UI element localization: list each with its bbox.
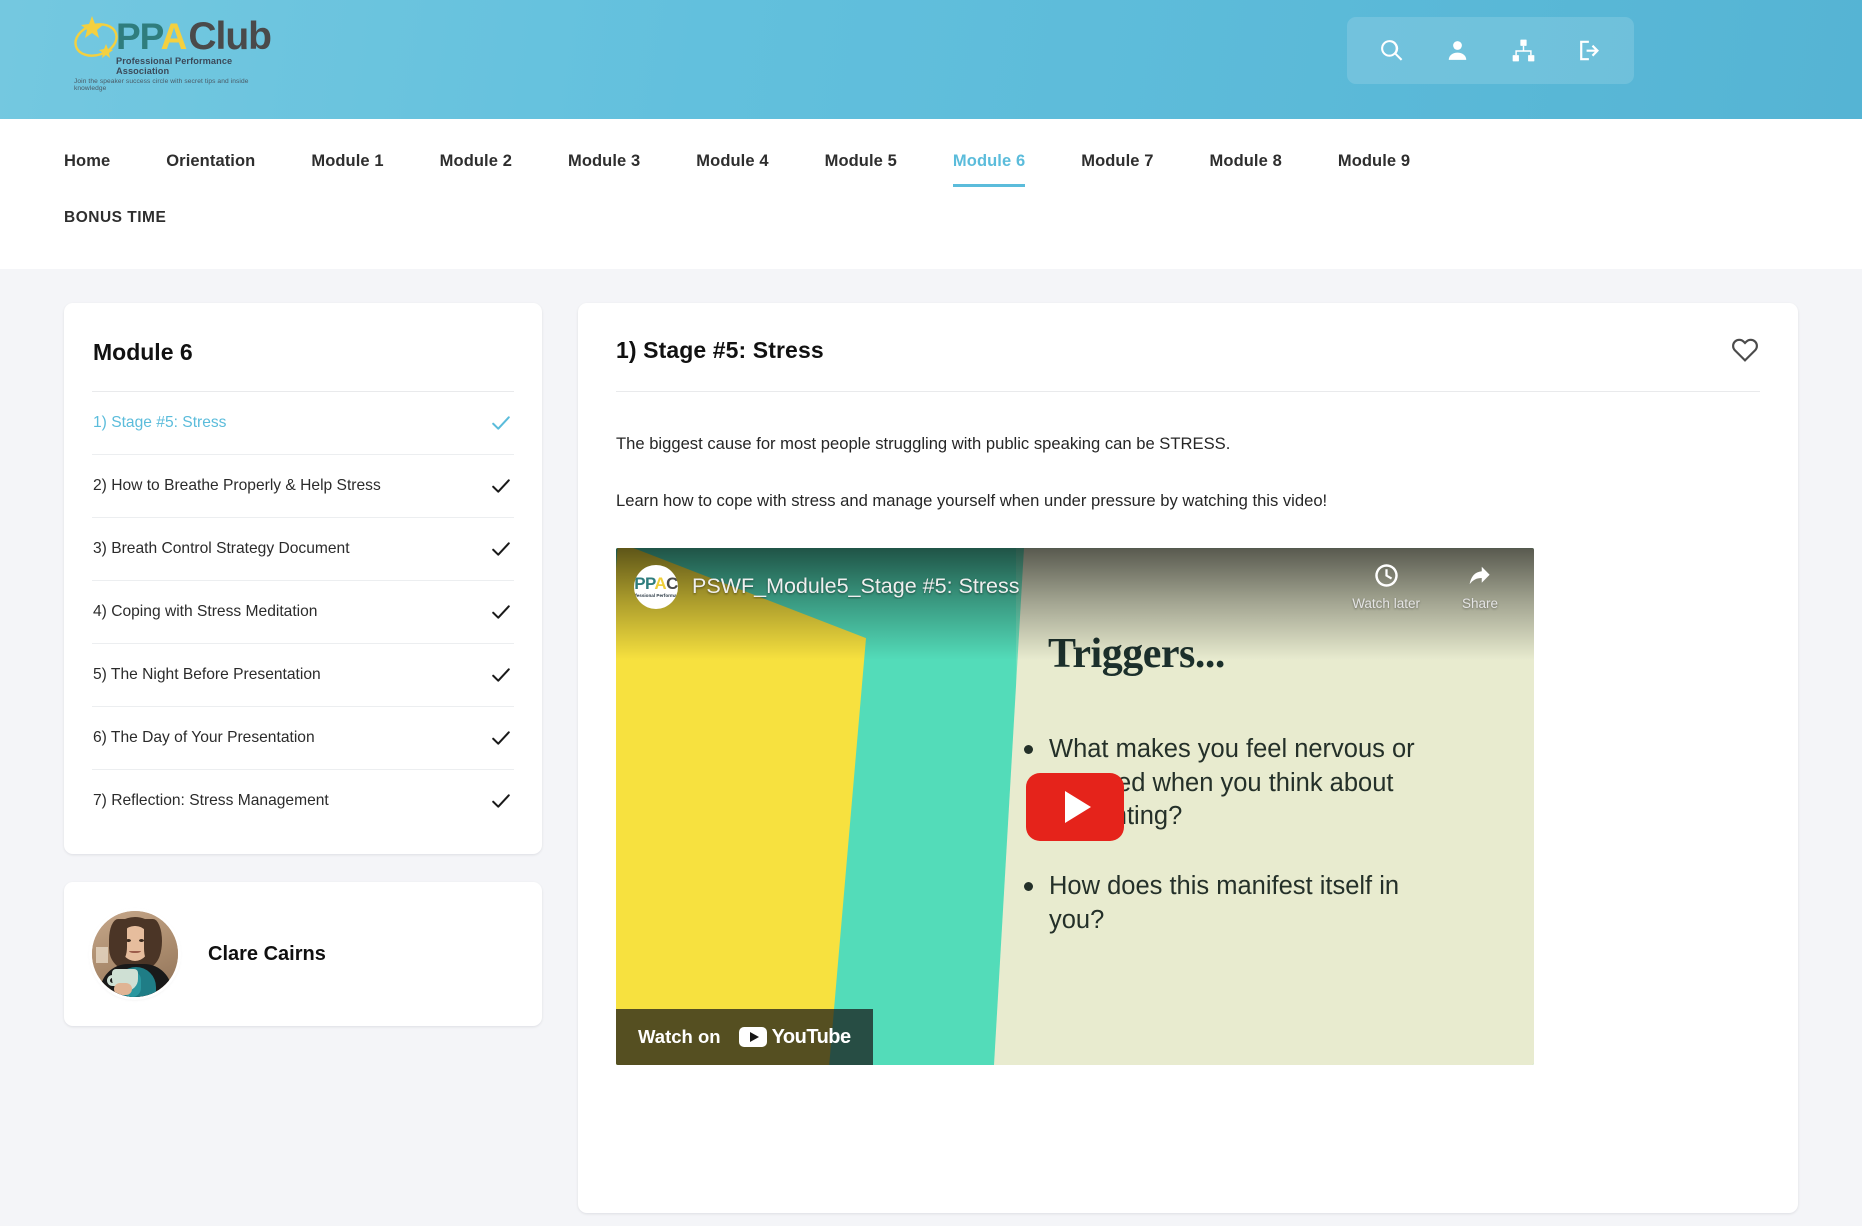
lesson-content-card: 1) Stage #5: Stress The biggest cause fo…	[578, 303, 1798, 1213]
nav-item-bonus-time[interactable]: BONUS TIME	[64, 201, 166, 243]
check-icon	[490, 601, 512, 623]
logo-main: PPA Club	[66, 15, 272, 58]
check-icon	[490, 475, 512, 497]
play-icon[interactable]	[1026, 772, 1124, 841]
check-icon	[490, 412, 512, 434]
youtube-logo: YouTube	[738, 1025, 852, 1049]
check-icon	[490, 727, 512, 749]
logo-tagline: Join the speaker success circle with sec…	[74, 78, 249, 92]
site-logo[interactable]: PPA Club Professional Performance Associ…	[66, 15, 281, 92]
module-title: Module 6	[92, 339, 514, 392]
nav-item-module-9[interactable]: Module 9	[1338, 144, 1410, 187]
person-icon[interactable]	[1443, 36, 1473, 66]
slide-bullet-text: How does this manifest itself in you?	[1049, 872, 1400, 934]
logo-a: A	[160, 16, 188, 57]
lesson-item-6[interactable]: 6) The Day of Your Presentation	[92, 707, 514, 770]
lesson-item-4[interactable]: 4) Coping with Stress Meditation	[92, 581, 514, 644]
lesson-item-label: 3) Breath Control Strategy Document	[93, 540, 350, 557]
lesson-header: 1) Stage #5: Stress	[616, 337, 1760, 392]
logo-swoosh-icon	[74, 16, 118, 58]
lesson-item-7[interactable]: 7) Reflection: Stress Management	[92, 770, 514, 832]
main-nav: Home Orientation Module 1 Module 2 Modul…	[0, 119, 1862, 269]
bullet-dot-icon	[1024, 882, 1033, 892]
nav-item-home[interactable]: Home	[64, 144, 110, 187]
lesson-item-label: 2) How to Breathe Properly & Help Stress	[93, 477, 381, 494]
watch-later-label: Watch later	[1352, 596, 1420, 612]
share-label: Share	[1461, 596, 1498, 612]
nav-item-module-1[interactable]: Module 1	[311, 144, 383, 187]
search-icon[interactable]	[1377, 36, 1407, 66]
watch-on-label: Watch on	[638, 1026, 721, 1048]
nav-item-module-4[interactable]: Module 4	[696, 144, 768, 187]
share-arrow-icon	[1470, 566, 1491, 585]
lesson-item-label: 6) The Day of Your Presentation	[93, 729, 315, 746]
watch-later-button[interactable]: Watch later	[1352, 562, 1420, 611]
page-title: 1) Stage #5: Stress	[616, 337, 824, 363]
nav-item-module-3[interactable]: Module 3	[568, 144, 640, 187]
nav-row-primary: Home Orientation Module 1 Module 2 Modul…	[0, 119, 1862, 187]
lesson-paragraph-1: The biggest cause for most people strugg…	[616, 434, 1231, 453]
sitemap-icon[interactable]	[1508, 36, 1538, 66]
nav-item-module-8[interactable]: Module 8	[1210, 144, 1282, 187]
channel-avatar[interactable]: PPAC Professional Performance	[634, 564, 678, 609]
nav-item-module-5[interactable]: Module 5	[825, 144, 897, 187]
logo-subtitle: Professional Performance Association	[116, 56, 233, 76]
lesson-item-2[interactable]: 2) How to Breathe Properly & Help Stress	[92, 455, 514, 518]
site-header: PPA Club Professional Performance Associ…	[0, 0, 1862, 119]
nav-item-module-2[interactable]: Module 2	[440, 144, 512, 187]
slide-bullets: What makes you feel nervous or stressed …	[1024, 733, 1454, 973]
lesson-paragraph-2: Learn how to cope with stress and manage…	[616, 491, 1328, 511]
video-player[interactable]: Triggers... What makes you feel nervous …	[616, 548, 1534, 1066]
lesson-body: The biggest cause for most people strugg…	[616, 392, 1760, 1066]
module-lessons-card: Module 6 1) Stage #5: Stress 2) How to B…	[64, 303, 542, 854]
watch-on-youtube-button[interactable]: Watch on YouTube	[616, 1009, 873, 1066]
lesson-item-label: 1) Stage #5: Stress	[93, 414, 227, 431]
header-tools-panel	[1347, 17, 1634, 84]
page-body: Module 6 1) Stage #5: Stress 2) How to B…	[0, 269, 1862, 1213]
left-column: Module 6 1) Stage #5: Stress 2) How to B…	[64, 303, 542, 1026]
lesson-item-label: 5) The Night Before Presentation	[93, 666, 321, 683]
clock-icon	[1374, 564, 1398, 587]
check-icon	[490, 790, 512, 812]
nav-item-module-7[interactable]: Module 7	[1081, 144, 1153, 187]
slide-bullet-2: How does this manifest itself in you?	[1024, 870, 1454, 937]
logout-icon[interactable]	[1574, 36, 1604, 66]
channel-avatar-subtitle: Professional Performance	[634, 593, 678, 599]
nav-item-module-6[interactable]: Module 6	[952, 144, 1026, 187]
lesson-item-5[interactable]: 5) The Night Before Presentation	[92, 644, 514, 707]
logo-ppa-text: PPA	[116, 16, 188, 57]
logo-club-text: Club	[188, 15, 272, 58]
lesson-item-3[interactable]: 3) Breath Control Strategy Document	[92, 518, 514, 581]
youtube-play-icon	[738, 1027, 767, 1048]
share-button[interactable]: Share	[1462, 562, 1498, 611]
video-header: PPAC Professional Performance PSWF_Modul…	[634, 562, 1516, 611]
channel-avatar-initials: PPAC	[634, 574, 678, 594]
check-icon	[490, 664, 512, 686]
instructor-name: Clare Cairns	[208, 942, 326, 965]
youtube-wordmark: YouTube	[771, 1025, 852, 1048]
nav-row-secondary: BONUS TIME	[0, 187, 1862, 243]
bullet-dot-icon	[1024, 745, 1033, 755]
video-title[interactable]: PSWF_Module5_Stage #5: Stress	[692, 574, 1019, 599]
check-icon	[490, 538, 512, 560]
lesson-item-label: 4) Coping with Stress Meditation	[93, 603, 318, 620]
instructor-card[interactable]: Clare Cairns	[64, 882, 542, 1026]
lesson-item-label: 7) Reflection: Stress Management	[93, 792, 329, 809]
nav-item-orientation[interactable]: Orientation	[166, 144, 255, 187]
avatar	[92, 911, 178, 997]
heart-icon[interactable]	[1730, 335, 1760, 365]
video-actions: Watch later Share	[1352, 562, 1516, 611]
lesson-item-1[interactable]: 1) Stage #5: Stress	[92, 392, 514, 455]
right-column: 1) Stage #5: Stress The biggest cause fo…	[578, 303, 1798, 1213]
